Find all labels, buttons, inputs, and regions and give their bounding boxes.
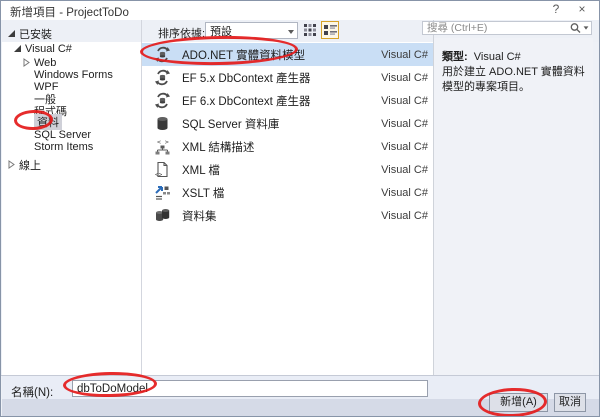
collapsed-triangle-icon [8,160,15,169]
sidebar-group-label: 已安裝 [19,28,52,41]
search-icon [570,23,581,33]
sidebar-group-installed[interactable]: 已安裝 [7,27,52,41]
template-name: EF 5.x DbContext 產生器 [182,72,311,85]
sidebar-item-label: Storm Items [34,140,94,153]
template-description: 用於建立 ADO.NET 實體資料模型的專案項目。 [442,66,585,93]
xml-file-icon: <> [155,161,168,179]
type-label: 類型: [442,51,468,63]
add-new-item-dialog: 新增項目 - ProjectToDo ? × 類型: Visual C# 用於建… [0,0,600,417]
sidebar-group-online[interactable]: 線上 [7,158,41,172]
svg-text:<>: <> [155,172,163,179]
list-item-xml-schema[interactable]: < > XML 結構描述 Visual C# [142,135,433,158]
sort-dropdown-value: 預設 [210,25,232,38]
list-item-sql-server-database[interactable]: SQL Server 資料庫 Visual C# [142,112,433,135]
template-name: XML 檔 [182,164,220,177]
sidebar-item-label: Windows Forms [34,68,113,81]
template-info-pane: 類型: Visual C# 用於建立 ADO.NET 實體資料模型的專案項目。 [434,38,593,375]
dialog-title: 新增項目 - ProjectToDo [10,7,129,19]
list-view-button[interactable] [321,21,339,39]
template-name: ADO.NET 實體資料模型 [182,49,306,62]
search-input[interactable] [423,22,569,34]
sidebar-item-label: SQL Server [34,128,92,141]
sidebar-item-label: Visual C# [25,42,72,55]
template-name: EF 6.x DbContext 產生器 [182,95,311,108]
template-name: 資料集 [182,210,217,223]
entity-model-icon [155,69,170,86]
xslt-file-icon [155,186,170,200]
list-item-xml-file[interactable]: <> XML 檔 Visual C# [142,158,433,181]
database-icon [157,117,168,130]
entity-model-icon [155,46,170,63]
expanded-triangle-icon [8,30,15,37]
sidebar-item-visual-csharp[interactable]: Visual C# [13,42,72,55]
search-box [422,21,592,35]
sidebar-item-data[interactable]: 資料 [34,113,62,130]
list-view-icon [323,25,337,35]
pane-divider-right [433,20,434,375]
name-label: 名稱(N): [11,387,54,399]
list-item-ef6-dbcontext[interactable]: EF 6.x DbContext 產生器 Visual C# [142,89,433,112]
template-language: Visual C# [381,48,428,61]
template-language: Visual C# [381,140,428,153]
template-language: Visual C# [381,71,428,84]
add-button[interactable]: 新增(A) [489,393,548,412]
template-name: XML 結構描述 [182,141,255,154]
template-name: XSLT 檔 [182,187,225,200]
sidebar-group-label: 線上 [19,159,41,172]
list-item-xslt-file[interactable]: XSLT 檔 Visual C# [142,181,433,204]
small-icons-view-icon [304,24,316,36]
xml-schema-icon: < > [155,138,170,155]
list-item-ado-net-entity-model[interactable]: ADO.NET 實體資料模型 Visual C# [142,43,433,66]
cancel-button[interactable]: 取消 [554,393,586,412]
template-language: Visual C# [381,186,428,199]
close-button[interactable]: × [571,2,593,18]
template-type-line: 類型: Visual C# [442,48,521,64]
sidebar-item-storm-items[interactable]: Storm Items [34,140,93,153]
expanded-triangle-icon [14,45,21,52]
small-icons-view-button[interactable] [301,21,319,39]
sort-by-label: 排序依據: [158,28,206,40]
type-value: Visual C# [473,51,521,63]
template-language: Visual C# [381,94,428,107]
help-button[interactable]: ? [545,2,567,18]
title-bar: 新增項目 - ProjectToDo ? × [1,1,599,20]
entity-model-icon [155,92,170,109]
sidebar-item-label: Web [34,56,57,69]
list-item-dataset[interactable]: 資料集 Visual C# [142,204,433,227]
template-language: Visual C# [381,163,428,176]
sort-dropdown[interactable]: 預設 [205,22,298,39]
template-tree-pane [2,42,141,375]
template-language: Visual C# [381,117,428,130]
list-item-ef5-dbcontext[interactable]: EF 5.x DbContext 產生器 Visual C# [142,66,433,89]
collapsed-triangle-icon [23,58,30,67]
chevron-down-icon [284,25,297,37]
search-options-chevron-icon[interactable] [583,26,589,30]
dataset-icon [156,209,170,221]
template-language: Visual C# [381,209,428,222]
dialog-footer: 名稱(N): 新增(A) 取消 [2,376,599,416]
template-name: SQL Server 資料庫 [182,118,280,131]
svg-text:< >: < > [157,138,169,146]
name-input[interactable] [72,380,428,397]
